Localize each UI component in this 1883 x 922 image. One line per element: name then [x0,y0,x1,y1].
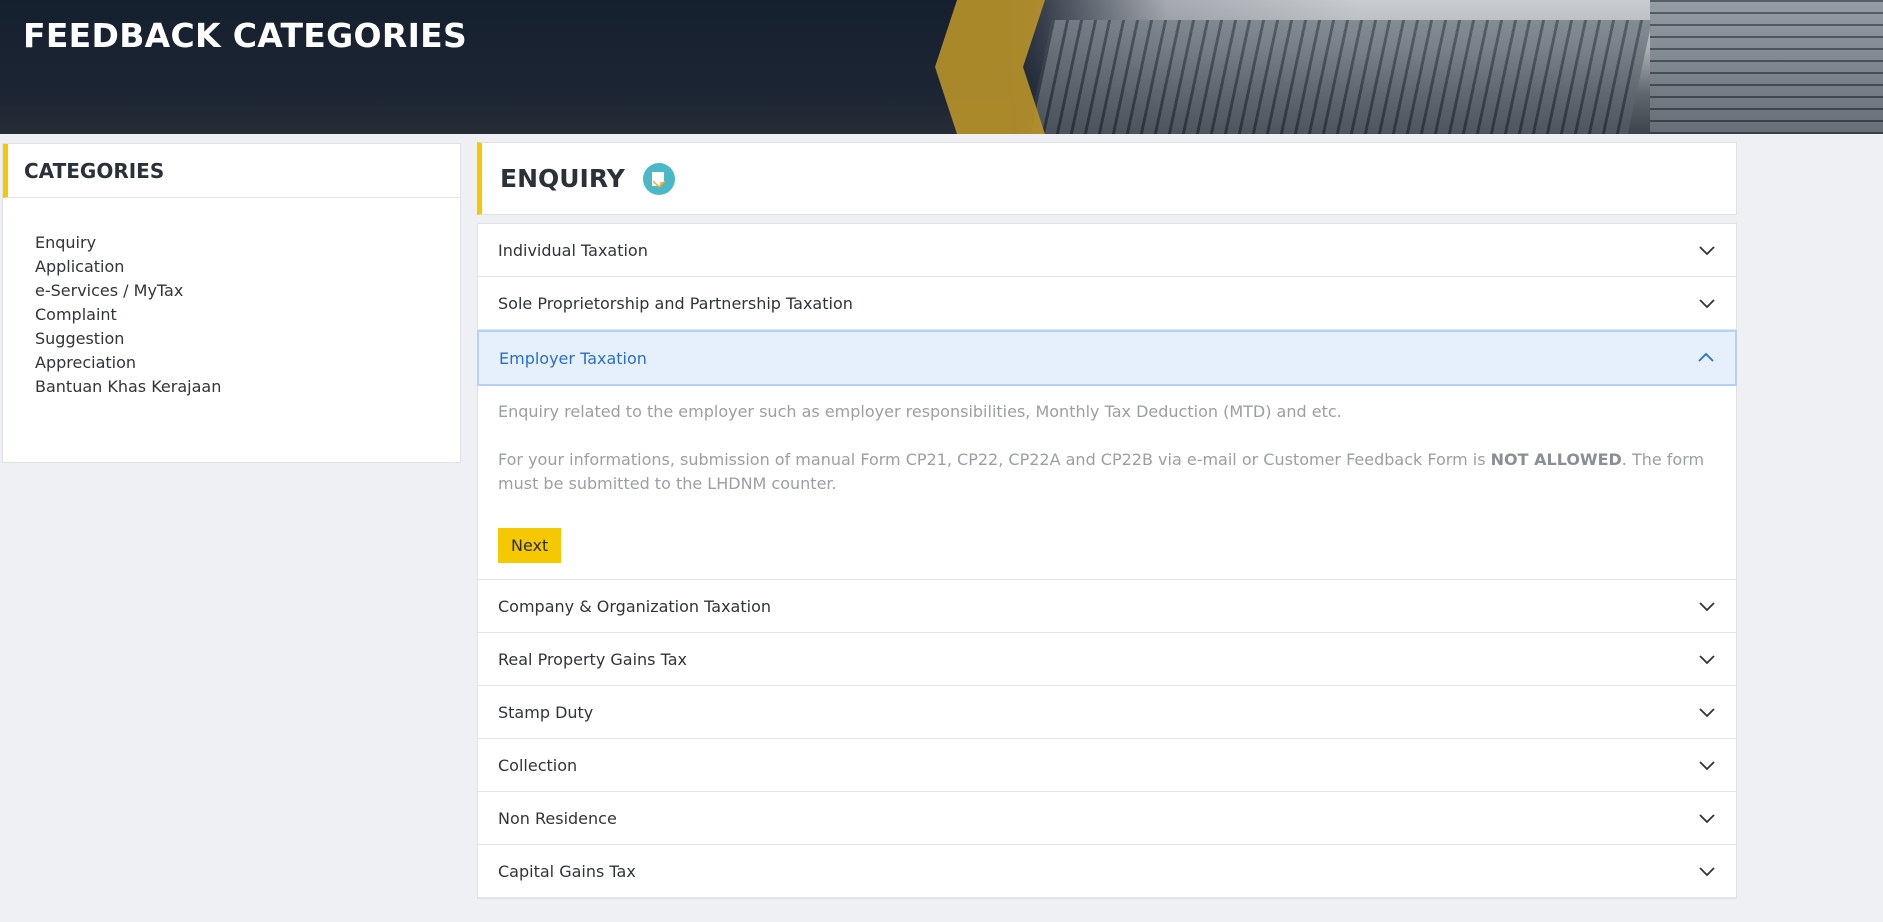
employer-note: For your informations, submission of man… [498,448,1716,496]
accordion-header-real-property-gains-tax[interactable]: Real Property Gains Tax [478,633,1736,685]
sidebar-item-bantuan-khas[interactable]: Bantuan Khas Kerajaan [35,375,460,399]
accordion-item: Company & Organization Taxation [478,580,1736,633]
chevron-down-icon [1699,246,1715,256]
accordion-item-expanded: Employer Taxation Enquiry related to the… [477,330,1737,580]
accordion-label: Collection [498,755,578,775]
chevron-down-icon [1699,655,1715,665]
sidebar-item-application[interactable]: Application [35,255,460,279]
note-text: For your informations, submission of man… [498,450,1491,469]
employer-description: Enquiry related to the employer such as … [498,402,1342,421]
sidebar-item-enquiry[interactable]: Enquiry [35,231,460,255]
accordion-header-collection[interactable]: Collection [478,739,1736,791]
note-emphasis: NOT ALLOWED [1490,450,1622,469]
accordion-header-individual-taxation[interactable]: Individual Taxation [478,224,1736,276]
accordion-header-stamp-duty[interactable]: Stamp Duty [478,686,1736,738]
accordion-label: Sole Proprietorship and Partnership Taxa… [498,293,853,313]
chevron-down-icon [1699,867,1715,877]
chevron-down-icon [1699,761,1715,771]
chevron-up-icon [1698,352,1714,362]
accordion-label: Real Property Gains Tax [498,649,687,669]
enquiry-accordion: Individual Taxation Sole Proprietorship … [477,223,1737,899]
sidebar-item-e-services[interactable]: e-Services / MyTax [35,279,460,303]
accordion-header-capital-gains-tax[interactable]: Capital Gains Tax [478,845,1736,897]
main-content: ENQUIRY Individual Taxation Sole Proprie… [477,142,1737,899]
page-title: FEEDBACK CATEGORIES [23,16,468,55]
next-button[interactable]: Next [498,528,562,563]
banner-tower-image [1650,0,1883,134]
sidebar-header: CATEGORIES [3,144,460,198]
sidebar-item-appreciation[interactable]: Appreciation [35,351,460,375]
categories-list: Enquiry Application e-Services / MyTax C… [3,198,460,399]
sidebar-title: CATEGORIES [24,158,165,183]
sidebar-item-suggestion[interactable]: Suggestion [35,327,460,351]
accordion-item: Non Residence [478,792,1736,845]
chevron-down-icon [1699,708,1715,718]
enquiry-icon [642,162,675,195]
accordion-label: Capital Gains Tax [498,861,636,881]
categories-sidebar: CATEGORIES Enquiry Application e-Service… [2,143,461,463]
accordion-header-sole-proprietorship[interactable]: Sole Proprietorship and Partnership Taxa… [478,277,1736,329]
accordion-label: Company & Organization Taxation [498,596,771,616]
accordion-label: Individual Taxation [498,240,648,260]
banner-building-image [1027,20,1653,134]
section-header: ENQUIRY [477,142,1737,215]
accordion-header-non-residence[interactable]: Non Residence [478,792,1736,844]
accordion-item: Sole Proprietorship and Partnership Taxa… [478,277,1736,330]
accordion-body: Enquiry related to the employer such as … [478,386,1736,579]
accordion-header-company-organization[interactable]: Company & Organization Taxation [478,580,1736,632]
accordion-header-employer-taxation[interactable]: Employer Taxation [477,330,1737,386]
section-title: ENQUIRY [500,164,625,193]
chevron-down-icon [1699,299,1715,309]
accordion-item: Stamp Duty [478,686,1736,739]
accordion-item: Real Property Gains Tax [478,633,1736,686]
accordion-label: Stamp Duty [498,702,594,722]
chevron-down-icon [1699,602,1715,612]
sidebar-item-complaint[interactable]: Complaint [35,303,460,327]
accordion-label: Employer Taxation [499,348,647,368]
page-banner: FEEDBACK CATEGORIES [0,0,1883,134]
accordion-item: Collection [478,739,1736,792]
chevron-down-icon [1699,814,1715,824]
accordion-item: Individual Taxation [478,224,1736,277]
accordion-label: Non Residence [498,808,617,828]
accordion-item: Capital Gains Tax [478,845,1736,898]
